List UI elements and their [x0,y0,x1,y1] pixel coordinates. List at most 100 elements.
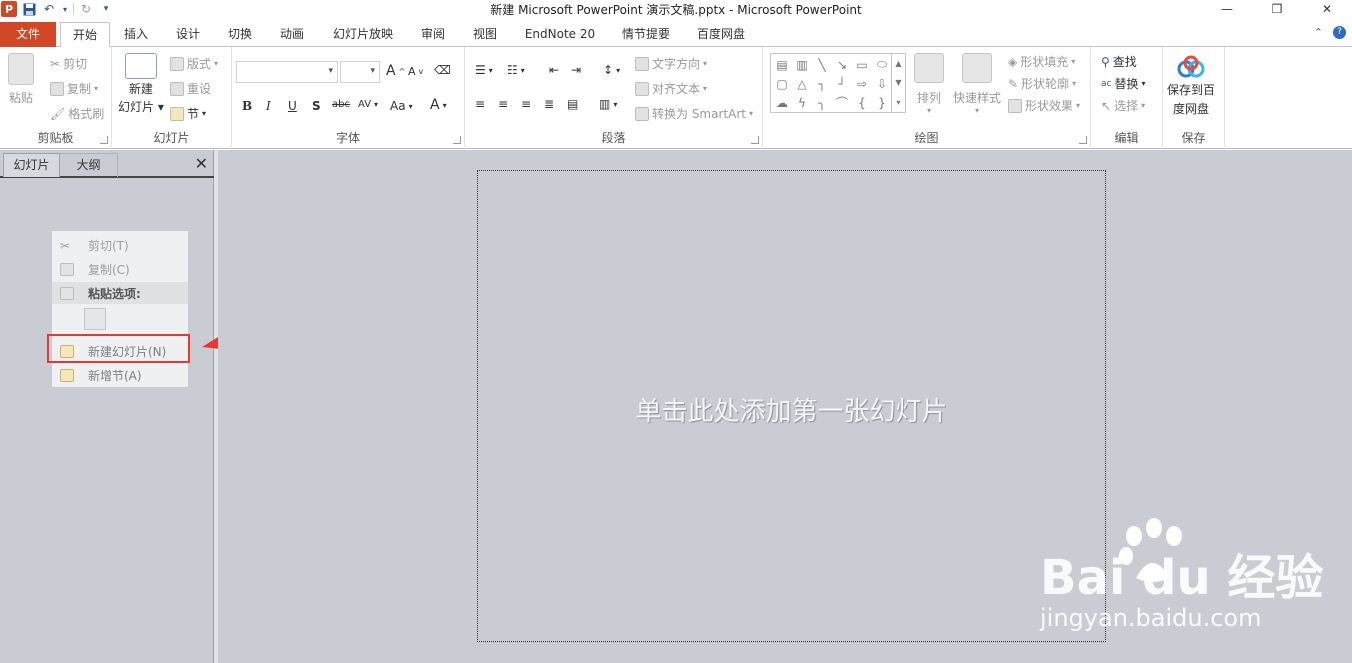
arrange-icon [914,53,944,83]
context-menu-cut[interactable]: ✂ 剪切(T) [52,233,188,257]
shape-lightning-icon[interactable]: ϟ [792,93,812,112]
shape-right-arrow-icon[interactable]: ⇨ [852,74,872,93]
tab-slides-thumbnails[interactable]: 幻灯片 [3,153,60,177]
shape-outline-button[interactable]: ✎ 形状轮廓 ▾ [1008,75,1076,92]
tab-review[interactable]: 审阅 [411,22,455,47]
restore-icon[interactable]: ❐ [1252,0,1302,18]
tab-animations[interactable]: 动画 [270,22,314,47]
convert-smartart-button[interactable]: 转换为 SmartArt ▾ [635,105,753,122]
cut-button[interactable]: ✂ 剪切 [50,55,87,72]
clipboard-launcher-icon[interactable] [100,136,108,144]
tab-design[interactable]: 设计 [166,22,210,47]
shape-left-brace-icon[interactable]: { [852,93,872,112]
shape-arc-icon[interactable]: ⌒ [832,93,852,112]
tab-view[interactable]: 视图 [463,22,507,47]
font-launcher-icon[interactable] [453,136,461,144]
change-case-label: Aa [390,99,406,113]
shapes-gallery-scroll[interactable]: ▲ ▼ ▾ [892,53,906,113]
grow-font-button[interactable]: A ^ [386,63,405,79]
align-text-button[interactable]: 对齐文本 ▾ [635,80,707,97]
underline-button[interactable]: U [288,99,297,113]
tab-slideshow[interactable]: 幻灯片放映 [324,22,402,47]
drawing-launcher-icon[interactable] [1079,136,1087,144]
find-button[interactable]: ⚲ 查找 [1101,53,1137,70]
strikethrough-button[interactable]: abc [332,99,350,110]
section-button[interactable]: 节 ▾ [170,105,206,122]
tab-baidu-netdisk[interactable]: 百度网盘 [688,22,754,47]
bullets-button[interactable]: ☰ ▾ [475,63,493,77]
copy-button[interactable]: 复制 ▾ [50,80,98,97]
add-first-slide-prompt[interactable]: 单击此处添加第一张幻灯片 [478,391,1105,428]
new-slide-button[interactable]: 新建 幻灯片 ▾ [118,53,164,115]
columns-icon[interactable]: ▥ ▾ [599,97,617,111]
layout-button[interactable]: 版式 ▾ [170,55,218,72]
shape-fill-button[interactable]: ◈ 形状填充 ▾ [1008,53,1075,70]
shape-connector-icon[interactable]: ┐ [812,74,832,93]
convert-smartart-label: 转换为 SmartArt [652,107,746,121]
tab-outline[interactable]: 大纲 [60,153,118,177]
close-icon[interactable]: ✕ [1302,0,1352,18]
shape-callout-icon[interactable]: ☁ [772,93,792,112]
paste-button[interactable]: 粘贴 [8,53,34,106]
tab-transitions[interactable]: 切换 [218,22,262,47]
bold-button[interactable]: B [242,99,252,113]
save-to-baidu-button[interactable]: 保存到百 度网盘 [1167,55,1215,117]
align-right-icon[interactable]: ≡ [521,97,531,111]
paragraph-launcher-icon[interactable] [751,136,759,144]
shape-vertical-textbox-icon[interactable]: ▥ [792,55,812,74]
reset-label: 重设 [187,82,212,96]
select-button[interactable]: ↖ 选择 ▾ [1101,97,1145,114]
shape-right-brace-icon[interactable]: } [872,93,892,112]
context-menu-copy[interactable]: 复制(C) [52,257,188,281]
tab-insert[interactable]: 插入 [114,22,158,47]
italic-button[interactable]: I [266,99,271,113]
align-left-icon[interactable]: ≡ [475,97,485,111]
justify-icon[interactable]: ≣ [544,97,554,111]
font-color-button[interactable]: A ▾ [430,97,447,113]
shape-oval-icon[interactable]: ⬭ [872,55,892,74]
shape-down-arrow-icon[interactable]: ⇩ [872,74,892,93]
shape-rectangle-icon[interactable]: ▭ [852,55,872,74]
quick-styles-button[interactable]: 快速样式 ▾ [953,53,1001,115]
shape-line-icon[interactable]: ╲ [812,55,832,74]
tab-storyboard[interactable]: 情节提要 [613,22,679,47]
shape-rounded-rect-icon[interactable]: ▢ [772,74,792,93]
line-spacing-icon[interactable]: ↕ ▾ [603,63,620,77]
tab-file[interactable]: 文件 [0,22,56,47]
shape-curve-icon[interactable]: ╮ [812,93,832,112]
text-direction-button[interactable]: 文字方向 ▾ [635,55,707,72]
shapes-gallery[interactable]: ▤ ▥ ╲ ↘ ▭ ⬭ ▢ △ ┐ ┘ ⇨ ⇩ ☁ ϟ ╮ ⌒ { } [770,53,892,113]
font-size-combo[interactable]: ▾ [340,61,380,83]
tab-home[interactable]: 开始 [60,22,110,48]
shape-effects-button[interactable]: 形状效果 ▾ [1008,97,1080,114]
shape-elbow-connector-icon[interactable]: ┘ [832,74,852,93]
distributed-icon[interactable]: ▤ [567,97,578,111]
increase-indent-icon[interactable]: ⇥ [571,63,581,77]
shape-arrow-line-icon[interactable]: ↘ [832,55,852,74]
slide-placeholder[interactable]: 单击此处添加第一张幻灯片 [477,170,1106,642]
paste-keep-format-icon[interactable] [84,308,106,330]
minimize-icon[interactable]: — [1202,0,1252,18]
context-menu-new-section[interactable]: 新增节(A) [52,363,188,387]
minimize-ribbon-icon[interactable]: ⌃ [1314,26,1323,39]
close-pane-icon[interactable]: ✕ [195,154,208,173]
numbering-button[interactable]: ☷ ▾ [507,63,525,77]
help-icon[interactable]: ? [1333,26,1346,39]
format-painter-button[interactable]: 🖌 格式刷 [50,105,104,122]
char-spacing-button[interactable]: AV ▾ [358,99,378,110]
decrease-indent-icon[interactable]: ⇤ [549,63,559,77]
reset-button[interactable]: 重设 [170,80,211,97]
shape-triangle-icon[interactable]: △ [792,74,812,93]
align-center-icon[interactable]: ≡ [498,97,508,111]
smartart-icon [635,106,649,121]
shadow-button[interactable]: S [312,99,321,113]
font-name-combo[interactable]: ▾ [236,61,338,83]
replace-button[interactable]: ac 替换 ▾ [1101,75,1146,92]
change-case-button[interactable]: Aa ▾ [390,99,413,113]
shape-textbox-icon[interactable]: ▤ [772,55,792,74]
arrange-button[interactable]: 排列 ▾ [914,53,944,115]
shrink-font-button[interactable]: Av [408,65,423,78]
clear-format-icon[interactable]: ⌫ [434,63,451,77]
watermark-url: jingyan.baidu.com [1040,604,1262,632]
tab-endnote[interactable]: EndNote 20 [517,22,603,47]
